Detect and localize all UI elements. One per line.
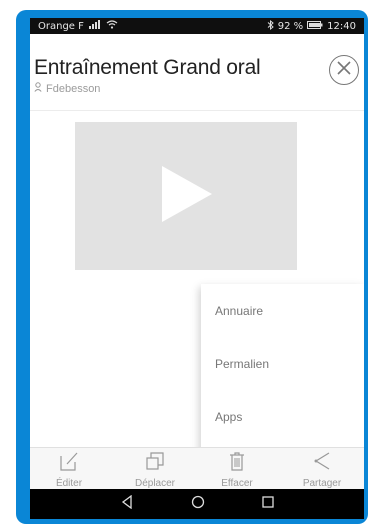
delete-label: Effacer: [221, 478, 253, 489]
move-icon: [144, 450, 166, 477]
recents-button[interactable]: [257, 494, 279, 514]
share-label: Partager: [302, 478, 342, 489]
signal-icon: [88, 20, 101, 32]
edit-label: Éditer: [55, 478, 83, 489]
bottom-toolbar: Éditer Déplacer Effacer Partager: [30, 447, 364, 490]
delete-button[interactable]: Effacer: [202, 450, 272, 489]
trash-icon: [226, 450, 248, 477]
status-bar: Orange F 92 % 12:40: [30, 18, 364, 34]
clock: 12:40: [327, 21, 356, 32]
battery-percent: 92 %: [277, 21, 304, 32]
menu-item-permalien[interactable]: Permalien: [215, 357, 269, 371]
home-icon: [191, 495, 205, 514]
user-icon: [34, 82, 42, 95]
battery-icon: [307, 21, 323, 32]
page-title: Entraînement Grand oral: [34, 56, 261, 79]
bluetooth-icon: [267, 19, 274, 33]
close-button[interactable]: [329, 55, 359, 85]
back-icon: [120, 494, 134, 514]
wifi-icon: [106, 20, 118, 32]
edit-icon: [58, 450, 80, 477]
share-button[interactable]: Partager: [287, 450, 357, 489]
play-icon[interactable]: [156, 162, 216, 231]
menu-item-apps[interactable]: Apps: [215, 410, 242, 424]
home-button[interactable]: [187, 494, 209, 514]
recents-icon: [261, 495, 275, 514]
move-button[interactable]: Déplacer: [120, 450, 190, 489]
close-icon: [336, 60, 352, 81]
edit-button[interactable]: Éditer: [34, 450, 104, 489]
author-name[interactable]: Fdebesson: [46, 83, 100, 95]
video-player[interactable]: [75, 122, 297, 270]
move-label: Déplacer: [134, 478, 176, 489]
android-nav-bar: [30, 489, 364, 519]
author-line: Fdebesson: [34, 82, 100, 95]
back-button[interactable]: [116, 494, 138, 514]
context-menu: Annuaire Permalien Apps: [201, 284, 364, 461]
carrier-label: Orange F: [38, 20, 84, 32]
share-icon: [311, 450, 333, 477]
phone-screen: Orange F 92 % 12:40 Entraînement Grand o…: [30, 18, 364, 519]
header-divider: [30, 110, 364, 111]
menu-item-annuaire[interactable]: Annuaire: [215, 304, 263, 318]
